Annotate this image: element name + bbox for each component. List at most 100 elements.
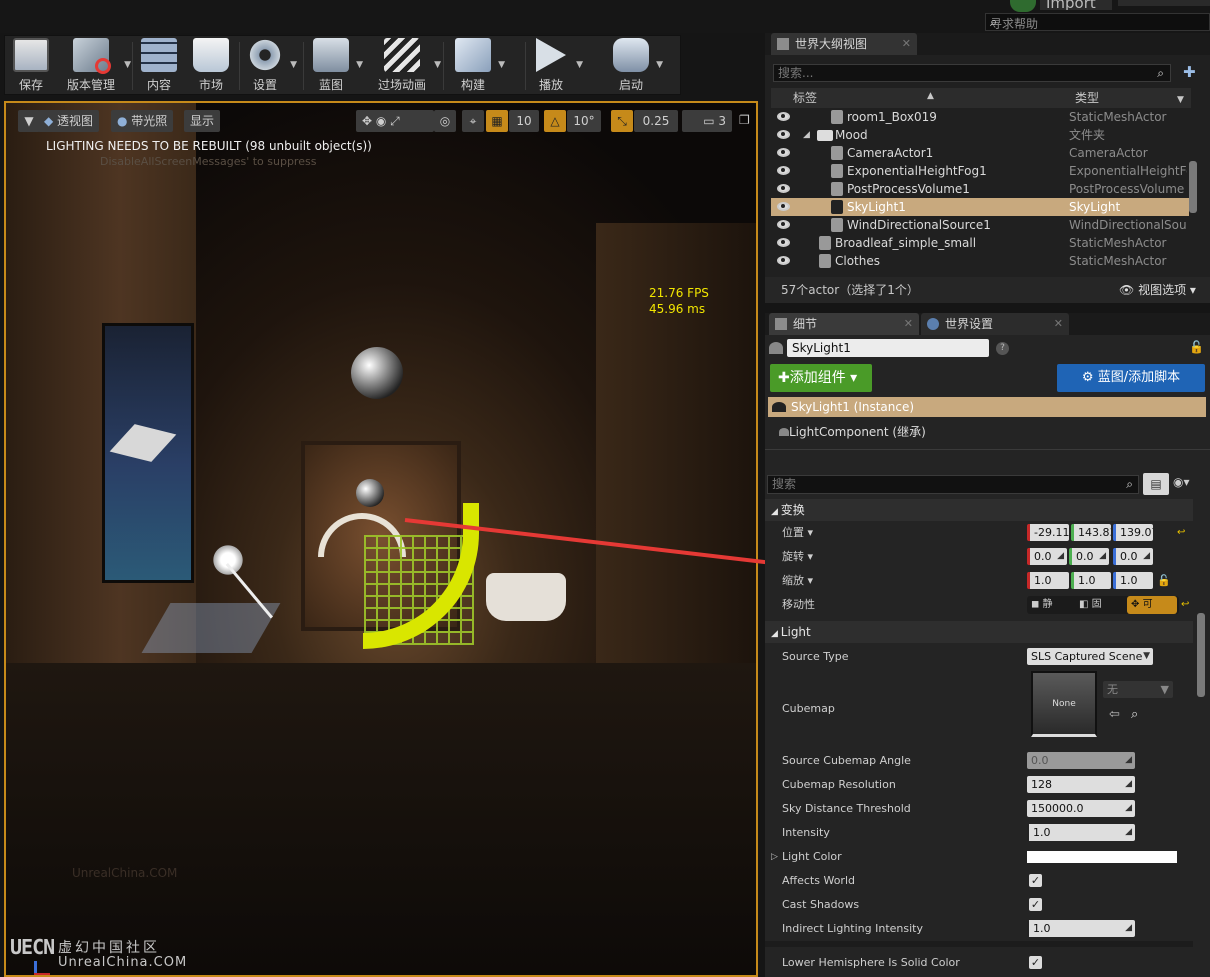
- outliner-row[interactable]: room1_Box019 StaticMeshActor: [771, 108, 1189, 126]
- scale-z-field[interactable]: 1.0: [1113, 572, 1153, 589]
- visibility-eye-icon[interactable]: [777, 184, 790, 193]
- scale-snap-value[interactable]: 0.25: [634, 110, 678, 132]
- grid-snap-value[interactable]: 10: [509, 110, 539, 132]
- transform-mode-buttons[interactable]: ✥ ◉ ⤢: [356, 110, 434, 132]
- directional-light-actor-icon[interactable]: [211, 543, 245, 577]
- affects-world-checkbox[interactable]: ✓: [1029, 874, 1042, 887]
- reflection-capture-icon[interactable]: [351, 347, 403, 399]
- visibility-eye-icon[interactable]: [777, 202, 790, 211]
- content-button[interactable]: 内容: [139, 38, 179, 94]
- reset-arrow-icon[interactable]: ↩: [1181, 593, 1189, 617]
- chevron-down-icon[interactable]: ▼: [434, 60, 441, 70]
- add-component-button[interactable]: ✚添加组件 ▾: [770, 364, 872, 392]
- visibility-eye-icon[interactable]: [777, 256, 790, 265]
- mobility-static-option[interactable]: ◼ 静: [1031, 596, 1075, 614]
- cinematics-button[interactable]: 过场动画 ▼: [375, 38, 441, 94]
- chevron-down-icon[interactable]: ▼: [498, 60, 505, 70]
- lock-icon[interactable]: 🔓: [1157, 569, 1171, 593]
- tab-world-outliner[interactable]: 世界大纲视图 ✕: [771, 33, 917, 55]
- close-icon[interactable]: ✕: [902, 33, 911, 55]
- settings-button[interactable]: 设置 ▼: [245, 38, 297, 94]
- search-icon[interactable]: ⌕: [1131, 703, 1138, 727]
- location-z-field[interactable]: 139.07: [1113, 524, 1153, 541]
- visibility-filter-eye-icon[interactable]: ◉▾: [1173, 475, 1190, 489]
- outliner-row[interactable]: ExponentialHeightFog1ExponentialHeightFo…: [771, 162, 1189, 180]
- chevron-down-icon[interactable]: ▼: [290, 60, 297, 70]
- blueprint-add-script-button[interactable]: ⚙ 蓝图/添加脚本: [1057, 364, 1205, 392]
- grid-snap-icon[interactable]: ▦: [486, 110, 508, 132]
- mobility-movable-option[interactable]: ✥ 可: [1127, 596, 1177, 614]
- cubemap-thumbnail[interactable]: None: [1031, 671, 1097, 737]
- column-label[interactable]: 标签: [793, 88, 817, 108]
- cubemap-asset-dropdown[interactable]: 无 ▼: [1103, 681, 1173, 698]
- world-space-globe-icon[interactable]: ◎: [434, 110, 456, 132]
- use-selected-arrow-icon[interactable]: ⇦: [1109, 703, 1120, 727]
- level-viewport[interactable]: ▼ ◆ 透视图 ● 带光照 显示 ✥ ◉ ⤢ ◎ ⌖ ▦ 10 △ 10° ⤡ …: [4, 101, 758, 977]
- intensity-field[interactable]: 1.0 ◢: [1027, 824, 1135, 841]
- viewport-options-button[interactable]: ▼: [18, 110, 40, 132]
- outliner-row[interactable]: WindDirectionalSource1 WindDirectionalSou…: [771, 216, 1189, 234]
- rotation-y-field[interactable]: 0.0 ◢: [1069, 548, 1109, 565]
- scale-y-field[interactable]: 1.0: [1071, 572, 1111, 589]
- lower-hemisphere-checkbox[interactable]: ✓: [1029, 956, 1042, 969]
- indirect-lighting-field[interactable]: 1.0 ◢: [1027, 920, 1135, 937]
- maximize-viewport-icon[interactable]: ❐: [739, 113, 750, 127]
- tab-world-settings[interactable]: 世界设置 ✕: [921, 313, 1069, 335]
- outliner-scrollbar[interactable]: [1189, 161, 1197, 213]
- lock-icon[interactable]: 🔓: [1189, 340, 1204, 354]
- scale-snap-icon[interactable]: ⤡: [611, 110, 633, 132]
- close-icon[interactable]: ✕: [1054, 313, 1063, 335]
- rotation-x-field[interactable]: 0.0 ◢: [1027, 548, 1067, 565]
- category-light[interactable]: ◢ Light: [765, 621, 1193, 643]
- outliner-row[interactable]: CameraActor1 CameraActor: [771, 144, 1189, 162]
- chevron-down-icon[interactable]: ▼: [656, 60, 663, 70]
- location-label[interactable]: 位置 ▾: [782, 521, 813, 545]
- save-button[interactable]: 保存: [11, 38, 51, 94]
- outliner-row-folder[interactable]: ◢ Mood 文件夹: [771, 126, 1189, 144]
- rotation-snap-value[interactable]: 10°: [567, 110, 601, 132]
- visibility-eye-icon[interactable]: [777, 166, 790, 175]
- light-color-swatch[interactable]: [1027, 851, 1177, 863]
- help-search-input[interactable]: 寻求帮助 ⌕: [985, 13, 1210, 31]
- rotation-z-field[interactable]: 0.0 ◢: [1113, 548, 1153, 565]
- launch-button[interactable]: 启动 ▼: [611, 38, 663, 94]
- surface-snap-icon[interactable]: ⌖: [462, 110, 484, 132]
- chevron-down-icon[interactable]: ▼: [356, 60, 363, 70]
- location-x-field[interactable]: -29.11: [1027, 524, 1069, 541]
- visibility-eye-icon[interactable]: [777, 112, 790, 121]
- mobility-stationary-option[interactable]: ◧ 固: [1079, 596, 1123, 614]
- scale-label[interactable]: 缩放 ▾: [782, 569, 813, 593]
- cast-shadows-checkbox[interactable]: ✓: [1029, 898, 1042, 911]
- chevron-down-icon[interactable]: ▼: [1177, 90, 1184, 110]
- blueprints-button[interactable]: 蓝图 ▼: [311, 38, 363, 94]
- camera-speed-button[interactable]: ▭ 3: [682, 110, 732, 132]
- expand-arrow-icon[interactable]: ▷: [771, 845, 778, 869]
- source-cubemap-angle-field[interactable]: 0.0 ◢: [1027, 752, 1135, 769]
- property-matrix-icon[interactable]: ▤: [1143, 473, 1169, 495]
- location-y-field[interactable]: 143.83: [1071, 524, 1111, 541]
- chevron-down-icon[interactable]: ▼: [124, 60, 131, 70]
- sky-distance-field[interactable]: 150000.0 ◢: [1027, 800, 1135, 817]
- outliner-row-selected[interactable]: SkyLight1 SkyLight: [771, 198, 1189, 216]
- rotation-label[interactable]: 旋转 ▾: [782, 545, 813, 569]
- lit-mode-button[interactable]: ● 带光照: [111, 110, 174, 132]
- outliner-search-input[interactable]: 搜索... ⌕: [773, 64, 1171, 82]
- light-component-row[interactable]: LightComponent (继承): [779, 423, 926, 440]
- tab-details[interactable]: 细节 ✕: [769, 313, 919, 335]
- build-button[interactable]: 构建 ▼: [453, 38, 505, 94]
- play-button[interactable]: 播放 ▼: [531, 38, 583, 94]
- details-search-input[interactable]: 搜索 ⌕: [767, 475, 1139, 494]
- visibility-eye-icon[interactable]: [777, 148, 790, 157]
- view-options-button[interactable]: 👁 视图选项 ▾: [1119, 277, 1196, 303]
- reset-arrow-icon[interactable]: ↩: [1177, 521, 1185, 545]
- source-type-dropdown[interactable]: SLS Captured Scene ▼: [1027, 648, 1153, 665]
- marketplace-button[interactable]: 市场: [191, 38, 231, 94]
- source-control-button[interactable]: 版本管理 ▼: [63, 38, 131, 94]
- chevron-down-icon[interactable]: ▼: [576, 60, 583, 70]
- add-filter-icon[interactable]: ✚: [1183, 63, 1196, 81]
- expand-arrow-icon[interactable]: ◢: [803, 126, 810, 144]
- perspective-button[interactable]: ◆ 透视图: [38, 110, 100, 132]
- show-button[interactable]: 显示: [184, 110, 221, 132]
- visibility-eye-icon[interactable]: [777, 130, 790, 139]
- outliner-row[interactable]: Clothes StaticMeshActor: [771, 252, 1189, 270]
